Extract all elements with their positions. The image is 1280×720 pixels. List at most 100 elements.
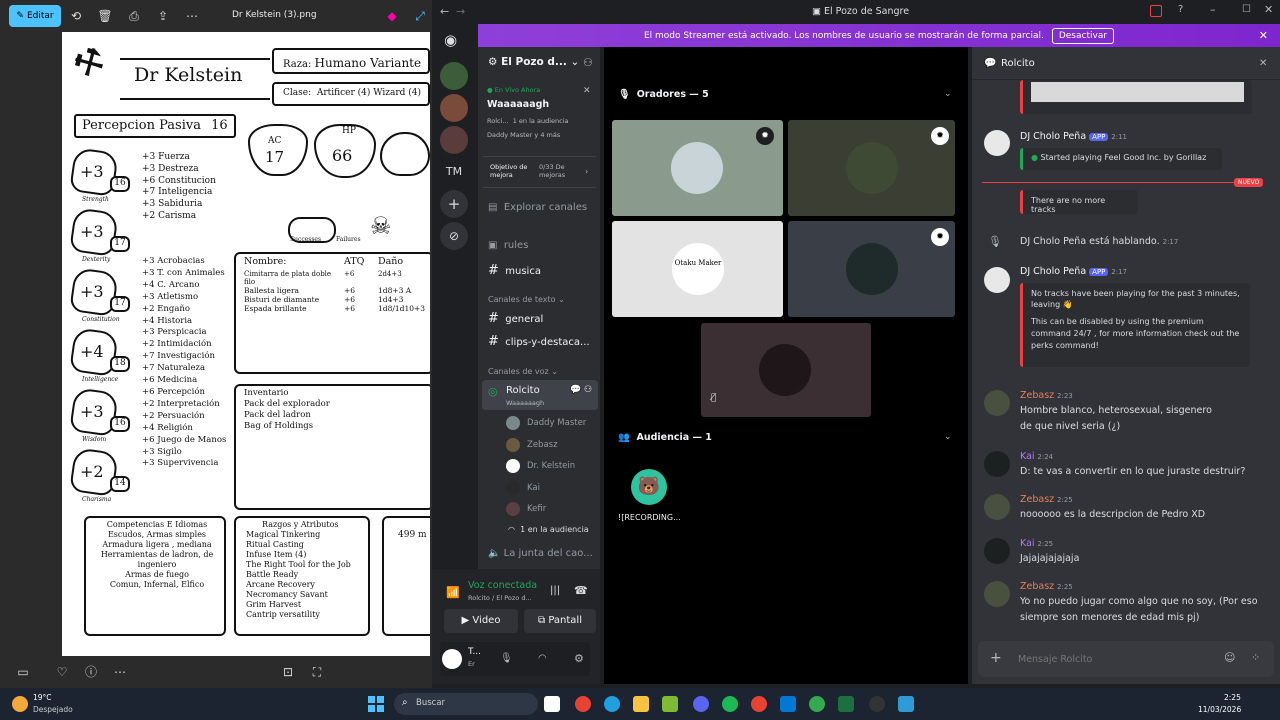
explore-channels[interactable]: ▤ Explorar canales — [488, 202, 587, 213]
avatar[interactable] — [984, 267, 1010, 293]
search-box[interactable]: ⌕ Buscar — [394, 693, 538, 715]
info-icon[interactable]: ⓘ — [83, 664, 99, 680]
server-header[interactable]: ⚙ El Pozo d... ⌄ — [488, 56, 579, 68]
author-name[interactable]: Zebasz — [1020, 390, 1054, 401]
back-icon[interactable]: ← — [440, 5, 449, 18]
add-attachment-icon[interactable]: + — [990, 650, 1002, 666]
app-icon[interactable] — [869, 696, 885, 712]
delete-icon[interactable]: 🗑 — [97, 8, 113, 24]
disconnect-icon[interactable]: ☎ — [574, 584, 588, 597]
headset-icon[interactable]: ◠ — [538, 653, 547, 664]
author-name[interactable]: Zebasz — [1020, 581, 1054, 592]
add-server-icon[interactable]: + — [440, 190, 468, 218]
avatar[interactable] — [984, 130, 1010, 156]
avatar[interactable] — [984, 494, 1010, 520]
avatar[interactable] — [984, 581, 1010, 607]
rotate-icon[interactable]: ⟲ — [68, 8, 84, 24]
discover-icon[interactable]: ⊘ — [440, 222, 468, 250]
chrome-icon[interactable] — [751, 696, 767, 712]
author-name[interactable]: Zebasz — [1020, 494, 1054, 505]
forward-icon[interactable]: → — [456, 5, 465, 18]
audience-count[interactable]: ◠ 1 en la audiencia — [508, 525, 589, 534]
chevron-down-icon[interactable]: ⌄ — [944, 89, 952, 99]
task-view-icon[interactable] — [544, 696, 560, 712]
channel-musica[interactable]: # musica — [488, 263, 541, 278]
author-name[interactable]: Kai — [1020, 538, 1035, 549]
share-icon[interactable]: ⇪ — [155, 8, 171, 24]
weather-icon[interactable] — [12, 696, 28, 712]
start-icon[interactable] — [368, 696, 384, 712]
voice-member[interactable]: Kai — [506, 480, 596, 497]
speaker-tile[interactable]: Otaku Maker — [612, 221, 783, 317]
author-name[interactable]: DJ Cholo Peña — [1020, 131, 1086, 142]
speaker-tile[interactable]: ✹ — [788, 221, 955, 317]
author-name[interactable]: DJ Cholo Peña — [1020, 266, 1086, 277]
avatar[interactable] — [984, 390, 1010, 416]
channel-general[interactable]: # general — [488, 311, 543, 326]
close-icon[interactable]: ✕ — [1259, 58, 1267, 69]
more-icon[interactable]: ⋯ — [112, 664, 128, 680]
print-icon[interactable]: ⎙ — [126, 8, 142, 24]
speaker-tile[interactable]: ✹ — [788, 120, 955, 216]
spotify-icon[interactable] — [722, 696, 738, 712]
avatar[interactable] — [984, 451, 1010, 477]
chat-icon[interactable]: 💬 — [570, 385, 581, 395]
copilot-icon[interactable]: ◆ — [384, 8, 400, 24]
category-text[interactable]: Canales de texto ⌄ — [488, 295, 565, 304]
noise-icon[interactable]: ||| — [550, 585, 560, 596]
channel-clips[interactable]: # clips-y-destaca... — [488, 334, 590, 349]
crop-icon[interactable]: ⤢ — [412, 8, 428, 24]
fit-icon[interactable]: ⊡ — [280, 664, 296, 680]
close-banner-icon[interactable]: ✕ — [1259, 29, 1268, 42]
video-button[interactable]: ▶ Video — [444, 609, 518, 633]
audience-header[interactable]: 👥 Audiencia — 1 — [618, 432, 712, 443]
inbox-icon[interactable] — [1150, 5, 1162, 17]
category-voice[interactable]: Canales de voz ⌄ — [488, 367, 558, 376]
chrome-icon[interactable] — [809, 696, 825, 712]
avatar[interactable] — [442, 649, 462, 669]
fullscreen-icon[interactable]: ⛶ — [309, 664, 325, 680]
settings-icon[interactable]: ⚙ — [574, 652, 584, 665]
close-icon[interactable]: ✕ — [583, 86, 591, 96]
discord-home-icon[interactable]: ◉ — [444, 31, 457, 49]
more-icon[interactable]: ⋯ — [184, 8, 200, 24]
boost-goal[interactable]: Objetivo de mejora 0/33 De mejoras › — [482, 156, 596, 188]
discord-taskbar-icon[interactable] — [693, 696, 709, 712]
speakers-header[interactable]: 🎙 Oradores — 5 — [618, 89, 709, 100]
microphone-icon[interactable]: 🎙 — [500, 653, 513, 664]
minimize-icon[interactable]: – — [1210, 3, 1216, 16]
channel-rolcito[interactable]: ◎ Rolcito Waaaaaagh 💬 ⚇ — [482, 380, 598, 410]
speaker-tile[interactable]: ✹ — [612, 120, 783, 216]
server-icon[interactable] — [440, 126, 468, 154]
speaker-tile[interactable]: 🎙̸ — [701, 323, 871, 417]
voice-member[interactable]: Zebasz — [506, 437, 596, 454]
avatar[interactable] — [984, 538, 1010, 564]
filmstrip-icon[interactable]: ▭ — [15, 664, 31, 680]
voice-member[interactable]: Dr. Kelstein — [506, 459, 596, 475]
add-member-icon[interactable]: ⚇ — [584, 385, 592, 395]
app-icon[interactable] — [780, 696, 796, 712]
voice-member[interactable]: Kefir — [506, 502, 596, 518]
favorite-icon[interactable]: ♡ — [54, 664, 70, 680]
app-icon[interactable] — [662, 696, 678, 712]
file-explorer-icon[interactable] — [633, 696, 649, 712]
channel-rules[interactable]: ▣ rules — [488, 240, 528, 251]
server-icon[interactable] — [440, 94, 468, 122]
emoji-icon[interactable]: ☺ — [1224, 651, 1235, 664]
live-stage-card[interactable]: ● En Vivo Ahora Waaaaaagh Rolci... 1 en … — [487, 86, 597, 148]
apps-icon[interactable]: ⁘ — [1251, 651, 1260, 664]
chrome-icon[interactable] — [575, 696, 591, 712]
server-icon[interactable] — [440, 62, 468, 90]
edit-button[interactable]: ✎ Editar — [9, 5, 61, 27]
disable-streamer-button[interactable]: Desactivar — [1051, 27, 1115, 44]
message-input[interactable] — [1018, 650, 1208, 668]
avatar[interactable]: 🐻 — [631, 469, 667, 505]
invite-icon[interactable]: ⚇ — [583, 56, 593, 69]
channel-junta[interactable]: 🔈 La junta del cao... — [488, 548, 593, 559]
server-tm[interactable]: TM — [440, 158, 468, 186]
screen-share-button[interactable]: ⧉ Pantall — [524, 609, 596, 633]
voice-member[interactable]: Daddy Master — [506, 416, 596, 432]
chevron-down-icon[interactable]: ⌄ — [944, 432, 952, 442]
author-name[interactable]: Kai — [1020, 451, 1035, 462]
edge-icon[interactable] — [604, 696, 620, 712]
